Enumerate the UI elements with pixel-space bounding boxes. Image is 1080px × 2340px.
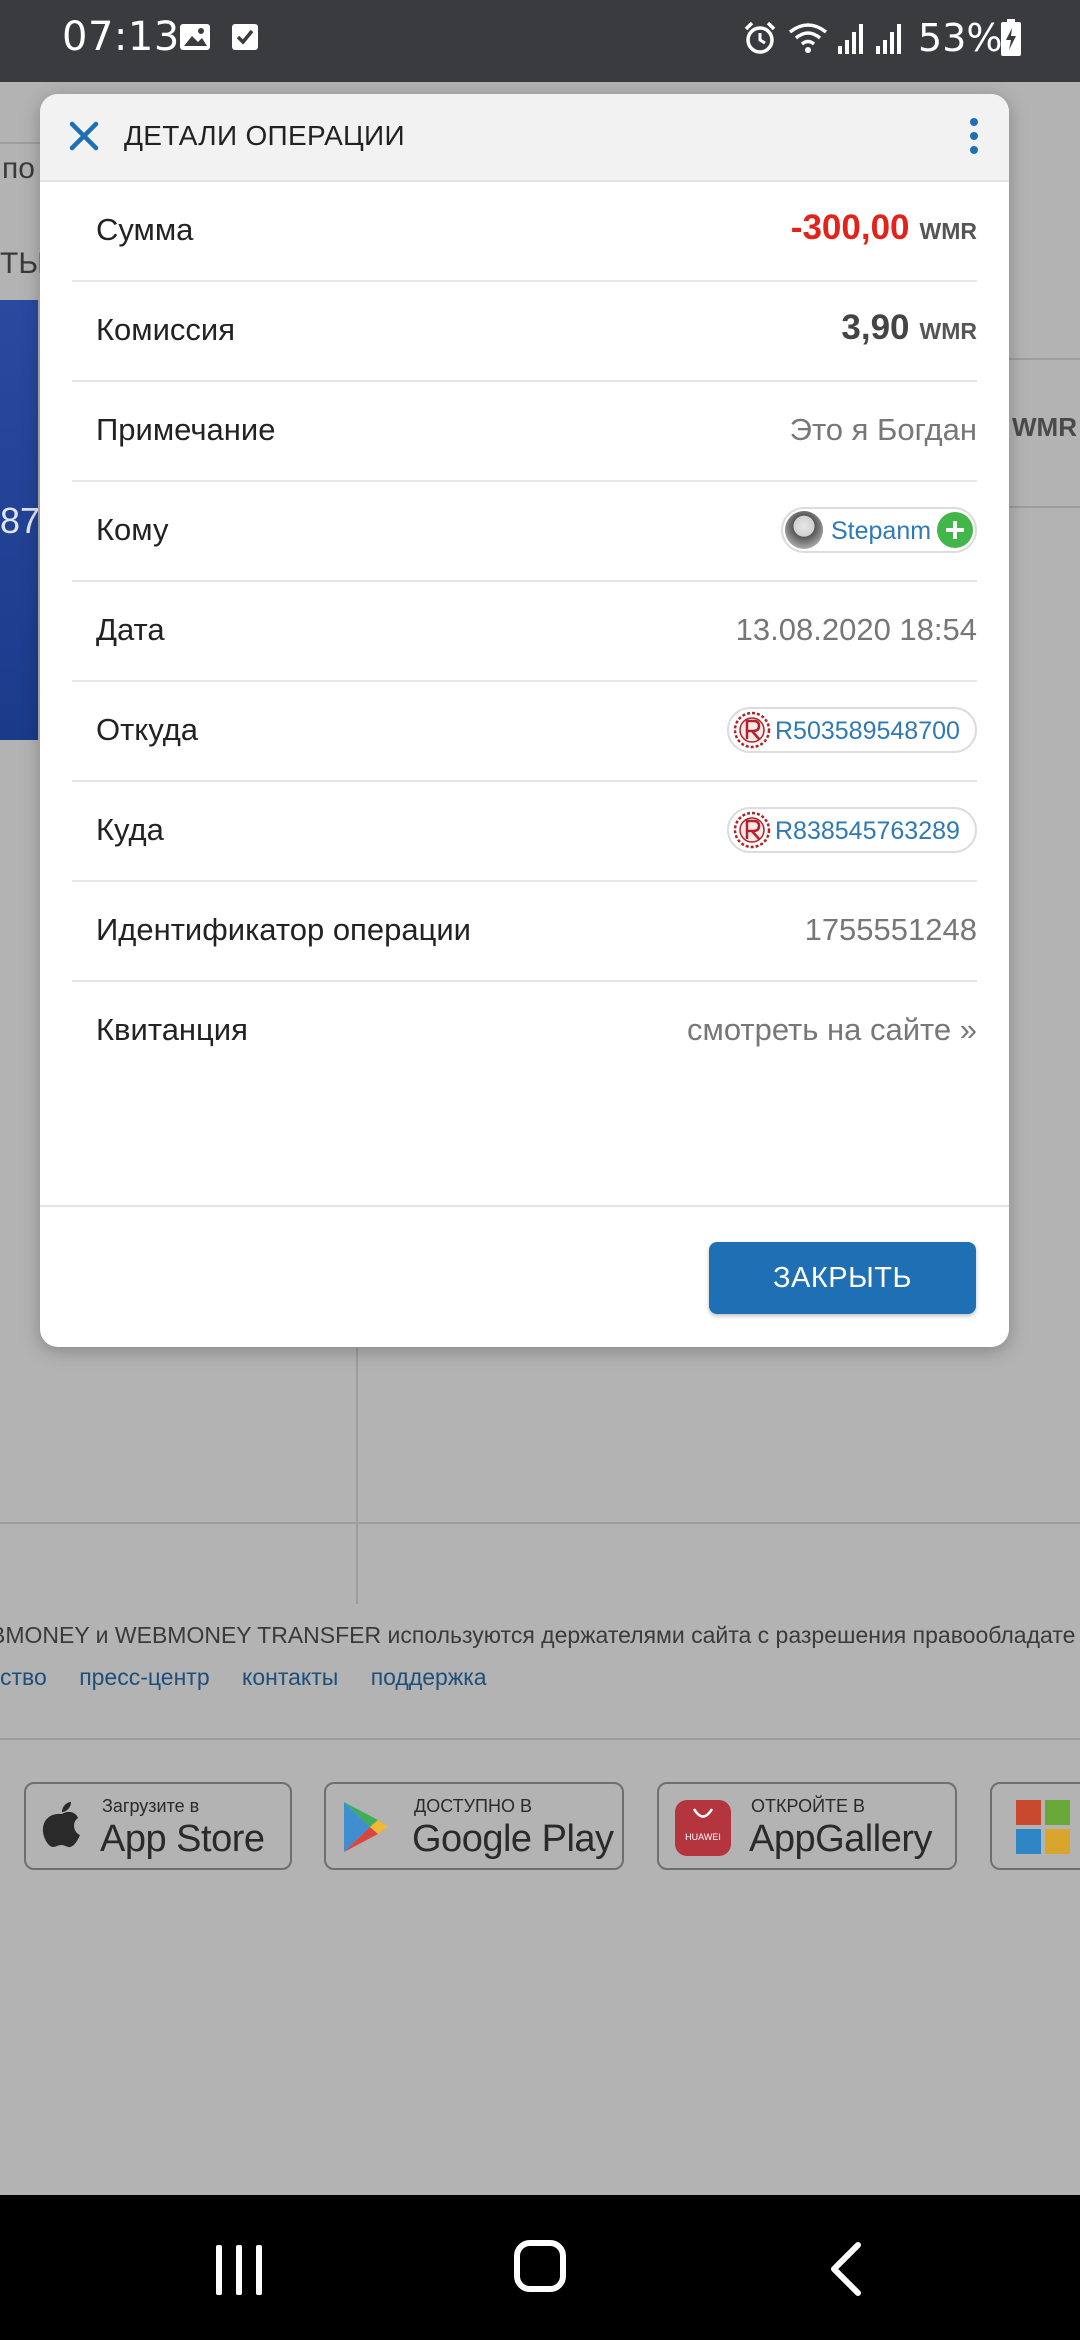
date-label: Дата [96,612,165,647]
system-nav-bar [0,2195,1080,2340]
status-time: 07:13 [62,14,180,60]
detail-row-destination-purse: Куда R838545763289 [72,782,977,882]
wifi-icon [788,23,828,53]
dialog-title: ДЕТАЛИ ОПЕРАЦИИ [124,120,405,151]
note-value: Это я Богдан [789,412,977,447]
wmr-purse-icon [733,811,771,849]
dialog-footer-divider [40,1205,1009,1207]
store-small-label: ДОСТУПНО В [414,1796,532,1816]
microsoft-store-badge[interactable] [990,1782,1080,1870]
alarm-icon [744,21,776,54]
detail-row-receipt: Квитанция смотреть на сайте » [72,982,977,1082]
details-list: Сумма -300,00 WMR Комиссия 3,90 WMR Примеч… [72,182,977,1082]
bg-fragment: ТЫ [0,247,45,280]
microsoft-icon [1016,1800,1070,1854]
detail-row-note: Примечание Это я Богдан [72,382,977,482]
amount-label: Сумма [96,212,194,247]
store-big-label: Google Play [412,1818,614,1860]
bg-divider [356,1348,358,1604]
signal-icon [838,24,863,54]
bg-fragment-currency: WMR [1012,412,1077,442]
recipient-name: Stepanm [831,517,932,545]
google-play-icon [344,1802,388,1852]
operation-id-value: 1755551248 [804,912,977,947]
app-store-badge[interactable]: Загрузите в App Store [24,1782,292,1870]
huawei-brand-label: HUAWEI [685,1832,721,1842]
fee-number: 3,90 [841,308,910,347]
detail-row-fee: Комиссия 3,90 WMR [72,282,977,382]
view-receipt-link[interactable]: смотреть на сайте » [687,1012,977,1048]
note-label: Примечание [96,412,276,447]
appgallery-badge[interactable]: HUAWEI ОТКРОЙТЕ В AppGallery [657,1782,957,1870]
destination-purse-chip[interactable]: R838545763289 [727,807,977,853]
amount-currency: WMR [919,218,977,244]
bg-footer-link[interactable]: контакты [242,1664,338,1690]
bg-fragment: 87 [0,500,41,541]
gallery-icon [180,24,210,50]
bg-footer-text: BMONEY и WEBMONEY TRANSFER используются … [0,1622,1076,1648]
amount-value: -300,00 WMR [791,208,977,248]
bg-divider [0,1738,1080,1740]
home-button[interactable] [514,2240,566,2292]
store-small-label: Загрузите в [102,1796,200,1816]
bg-divider [0,142,40,144]
bg-divider [1009,358,1080,360]
store-big-label: AppGallery [749,1818,932,1860]
detail-row-amount: Сумма -300,00 WMR [72,182,977,282]
recipient-label: Кому [96,512,169,547]
huawei-appgallery-icon: HUAWEI [675,1800,731,1856]
avatar [785,511,823,549]
close-icon[interactable] [62,114,106,158]
receipt-label: Квитанция [96,1012,248,1047]
recipient-chip[interactable]: Stepanm [781,507,977,553]
source-purse-number: R503589548700 [775,717,960,745]
detail-row-source-purse: Откуда R503589548700 [72,682,977,782]
close-button[interactable]: ЗАКРЫТЬ [709,1242,976,1314]
bg-divider [1009,506,1080,508]
bag-handle-icon [692,1808,714,1818]
source-purse-label: Откуда [96,712,199,747]
bg-footer-link[interactable]: пресс-центр [79,1664,209,1690]
fee-label: Комиссия [96,312,236,347]
operation-id-label: Идентификатор операции [96,912,471,947]
bg-footer-links: ство пресс-центр контакты поддержка [0,1664,513,1691]
bg-footer-link[interactable]: поддержка [371,1664,487,1690]
fee-value: 3,90 WMR [841,308,977,348]
more-options-icon[interactable] [964,118,984,160]
bg-divider [0,1522,1080,1524]
bg-fragment: по [2,152,35,185]
task-check-icon [232,24,258,50]
google-play-badge[interactable]: ДОСТУПНО В Google Play [324,1782,624,1870]
battery-percent: 53% [918,16,1003,60]
battery-charging-icon [1001,19,1021,56]
dialog-header: ДЕТАЛИ ОПЕРАЦИИ [40,94,1009,182]
source-purse-chip[interactable]: R503589548700 [727,707,977,753]
date-value: 13.08.2020 18:54 [735,612,977,647]
destination-purse-number: R838545763289 [775,817,960,845]
detail-row-operation-id: Идентификатор операции 1755551248 [72,882,977,982]
detail-row-date: Дата 13.08.2020 18:54 [72,582,977,682]
back-button[interactable] [826,2241,866,2297]
fee-currency: WMR [919,318,977,344]
apple-icon [42,1802,80,1848]
signal-icon-2 [876,24,901,54]
operation-details-dialog: ДЕТАЛИ ОПЕРАЦИИ Сумма -300,00 WMR Комисси… [40,94,1009,1347]
store-big-label: App Store [100,1818,265,1860]
recents-button[interactable] [216,2245,276,2300]
store-small-label: ОТКРОЙТЕ В [751,1796,866,1816]
bg-footer-link[interactable]: ство [0,1664,47,1690]
add-contact-icon[interactable] [937,512,973,548]
amount-number: -300,00 [790,208,910,247]
status-bar: 07:13 53% [0,0,1080,82]
destination-purse-label: Куда [96,812,164,847]
wmr-purse-icon [733,711,771,749]
detail-row-recipient: Кому Stepanm [72,482,977,582]
